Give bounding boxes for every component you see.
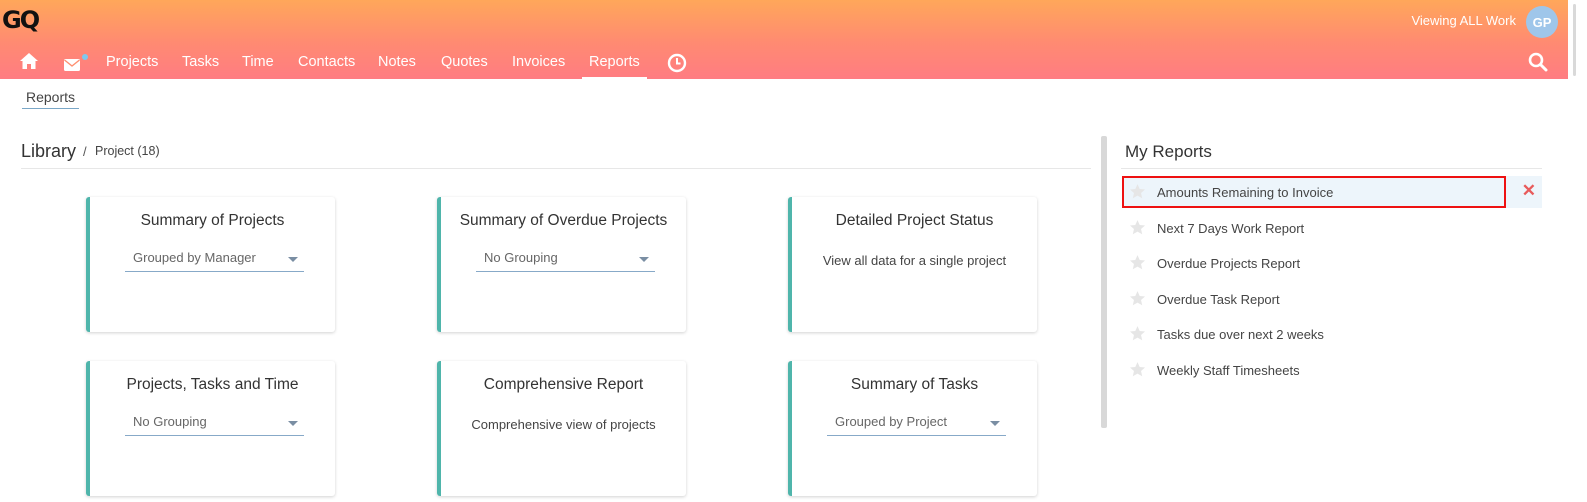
card-title[interactable]: Summary of Projects: [90, 212, 335, 230]
star-icon[interactable]: [1129, 361, 1146, 381]
clock-icon[interactable]: [667, 53, 687, 78]
star-icon[interactable]: [1129, 183, 1146, 203]
report-label[interactable]: Overdue Projects Report: [1157, 256, 1300, 271]
card-title[interactable]: Projects, Tasks and Time: [90, 376, 335, 394]
home-icon[interactable]: [19, 52, 39, 75]
nav-quotes[interactable]: Quotes: [441, 54, 488, 70]
select-value: No Grouping: [484, 250, 558, 265]
close-icon[interactable]: ✕: [1522, 181, 1536, 201]
my-report-tasks-due-2-weeks[interactable]: Tasks due over next 2 weeks: [1122, 318, 1542, 350]
my-report-weekly-staff-timesheets[interactable]: Weekly Staff Timesheets: [1122, 354, 1542, 386]
scrollbar-thumb[interactable]: [1573, 4, 1576, 76]
nav-reports[interactable]: Reports: [582, 54, 647, 79]
divider: [21, 168, 1091, 169]
grouping-select[interactable]: No Grouping: [125, 414, 304, 436]
select-value: Grouped by Manager: [133, 250, 256, 265]
star-icon[interactable]: [1129, 219, 1146, 239]
report-label[interactable]: Tasks due over next 2 weeks: [1157, 327, 1324, 342]
my-report-overdue-projects[interactable]: Overdue Projects Report: [1122, 247, 1542, 279]
breadcrumb-reports[interactable]: Reports: [22, 89, 80, 109]
caret-down-icon: [288, 257, 298, 262]
breadcrumb-separator: /: [83, 144, 87, 159]
card-title[interactable]: Comprehensive Report: [441, 376, 686, 394]
my-report-next-7-days[interactable]: Next 7 Days Work Report: [1122, 212, 1542, 244]
select-value: Grouped by Project: [835, 414, 948, 429]
card-description: Comprehensive view of projects: [471, 417, 656, 432]
nav-time[interactable]: Time: [242, 54, 274, 70]
page-scrollbar[interactable]: [1568, 0, 1587, 502]
top-header: GQ Viewing ALL Work GP Projects Tasks Ti…: [0, 0, 1568, 79]
my-report-amounts-remaining-to-invoice[interactable]: Amounts Remaining to Invoice ✕: [1122, 176, 1542, 208]
card-title[interactable]: Summary of Tasks: [792, 376, 1037, 394]
caret-down-icon: [639, 257, 649, 262]
search-icon[interactable]: [1528, 52, 1548, 77]
report-label[interactable]: Next 7 Days Work Report: [1157, 221, 1304, 236]
nav-contacts[interactable]: Contacts: [298, 54, 355, 70]
card-title[interactable]: Detailed Project Status: [792, 212, 1037, 230]
avatar[interactable]: GP: [1526, 6, 1558, 38]
viewing-scope-link[interactable]: Viewing ALL Work: [1411, 13, 1516, 28]
app-logo[interactable]: GQ: [2, 6, 40, 34]
grouping-select[interactable]: No Grouping: [476, 250, 655, 272]
report-card-summary-of-tasks[interactable]: Summary of Tasks Grouped by Project: [788, 361, 1037, 496]
nav-tasks[interactable]: Tasks: [182, 54, 219, 70]
report-label[interactable]: Weekly Staff Timesheets: [1157, 363, 1300, 378]
select-value: No Grouping: [133, 414, 207, 429]
my-report-overdue-task[interactable]: Overdue Task Report: [1122, 283, 1542, 315]
report-card-summary-of-projects[interactable]: Summary of Projects Grouped by Manager: [86, 197, 335, 332]
report-label[interactable]: Overdue Task Report: [1157, 292, 1280, 307]
star-icon[interactable]: [1129, 290, 1146, 310]
my-reports-title: My Reports: [1125, 142, 1212, 161]
nav-projects[interactable]: Projects: [106, 54, 158, 70]
report-card-projects-tasks-time[interactable]: Projects, Tasks and Time No Grouping: [86, 361, 335, 496]
divider: [1121, 168, 1542, 169]
caret-down-icon: [990, 421, 1000, 426]
library-title[interactable]: Library: [21, 141, 76, 162]
grouping-select[interactable]: Grouped by Project: [827, 414, 1006, 436]
nav-notes[interactable]: Notes: [378, 54, 416, 70]
report-label[interactable]: Amounts Remaining to Invoice: [1157, 185, 1333, 200]
caret-down-icon: [288, 421, 298, 426]
star-icon[interactable]: [1129, 325, 1146, 345]
panel-scrollbar[interactable]: [1101, 136, 1107, 428]
nav-invoices[interactable]: Invoices: [512, 54, 565, 70]
card-description: View all data for a single project: [822, 253, 1007, 268]
library-category: Project (18): [95, 144, 160, 158]
star-icon[interactable]: [1129, 254, 1146, 274]
report-card-summary-of-overdue-projects[interactable]: Summary of Overdue Projects No Grouping: [437, 197, 686, 332]
report-card-detailed-project-status[interactable]: Detailed Project Status View all data fo…: [788, 197, 1037, 332]
grouping-select[interactable]: Grouped by Manager: [125, 250, 304, 272]
card-title[interactable]: Summary of Overdue Projects: [441, 212, 686, 230]
report-card-comprehensive-report[interactable]: Comprehensive Report Comprehensive view …: [437, 361, 686, 496]
mail-icon[interactable]: [64, 54, 90, 77]
